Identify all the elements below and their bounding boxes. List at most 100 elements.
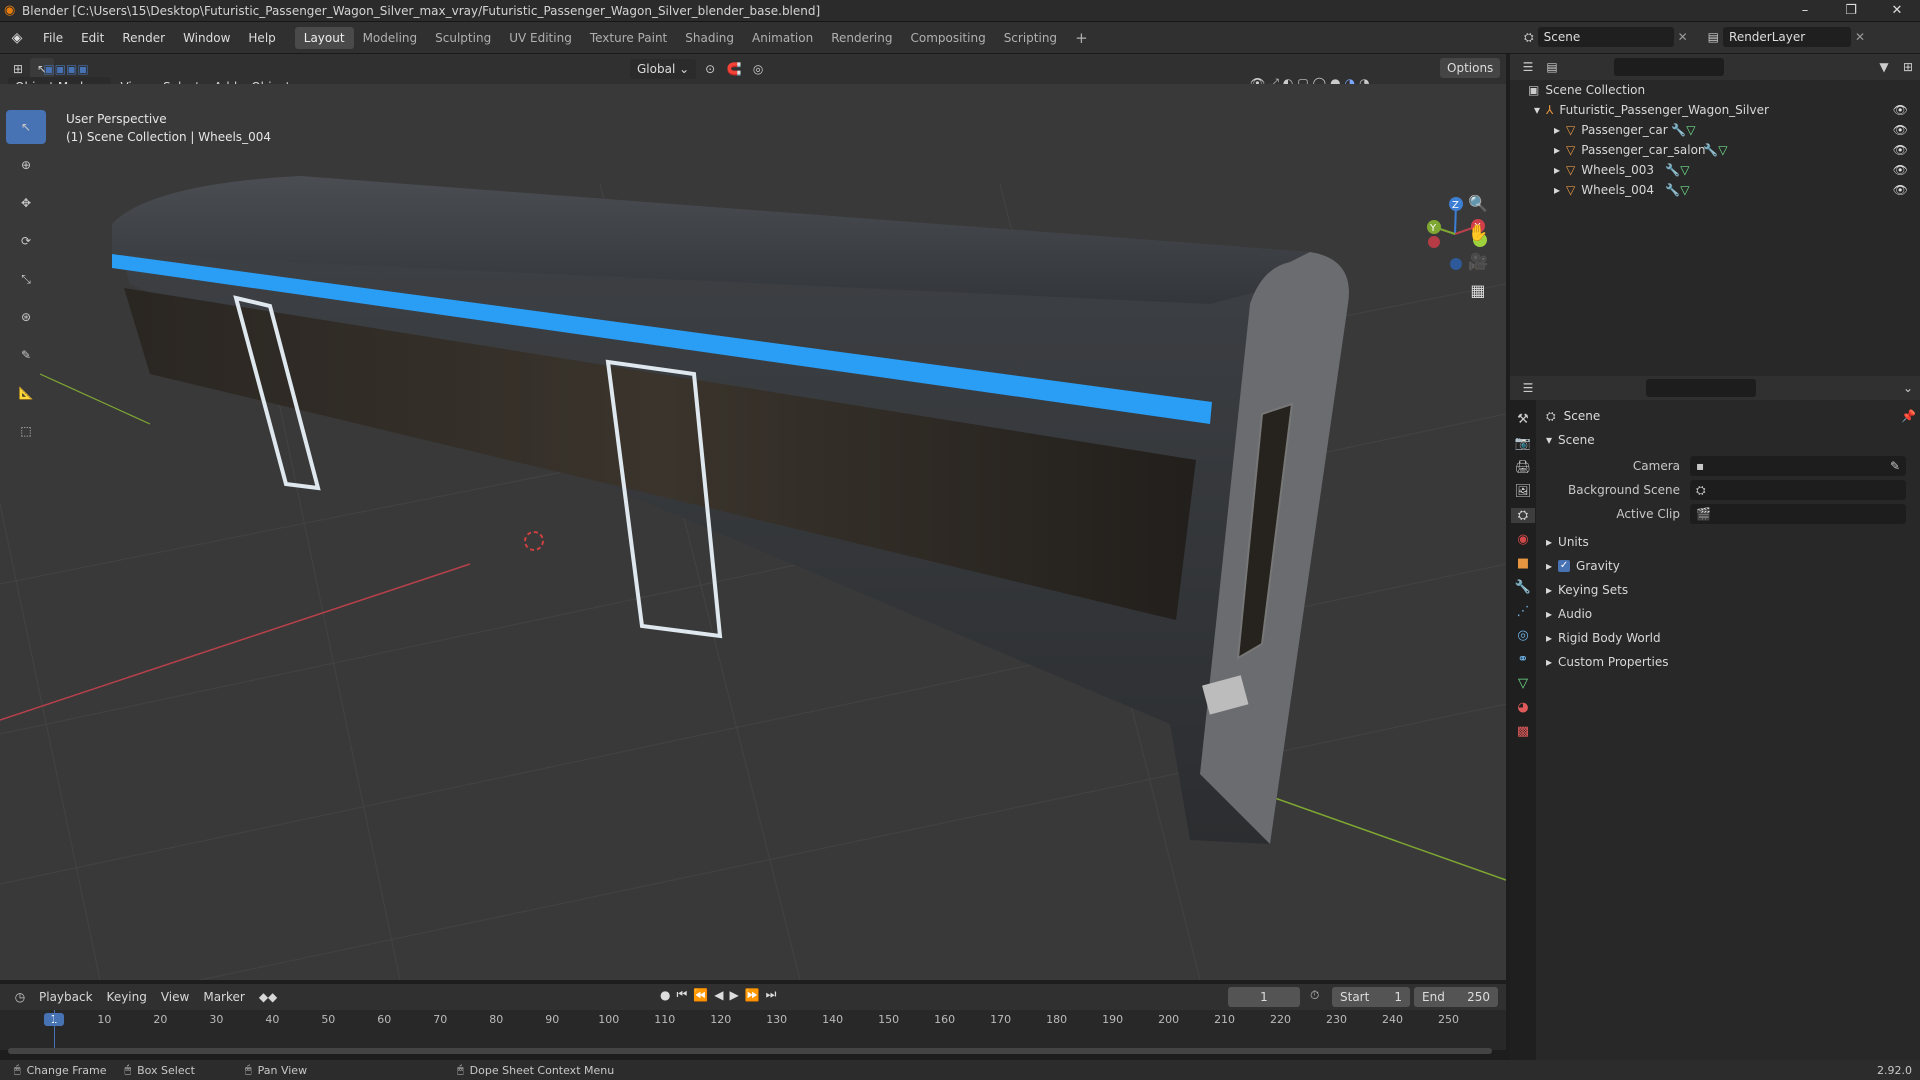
remove-layer-icon[interactable]: ✕ [1855,30,1865,44]
expand-icon[interactable]: ▸ [1554,163,1560,177]
object-properties-icon[interactable]: ■ [1517,556,1529,571]
tab-rendering[interactable]: Rendering [822,27,901,49]
expand-icon[interactable]: ▸ [1554,123,1560,137]
timeline-editor-icon[interactable]: ◷ [8,986,32,1008]
modifier-properties-icon[interactable]: 🔧 [1515,580,1531,595]
timeline-scrollbar[interactable] [8,1048,1492,1054]
texture-icon[interactable]: ▩ [1517,724,1529,739]
outliner-object-row[interactable]: ▸ ▽ Passenger_car 🔧 ▽ 👁 [1510,120,1920,140]
next-keyframe-icon[interactable]: ⏩ [745,988,760,1002]
prev-keyframe-icon[interactable]: ⏪ [693,988,708,1002]
play-reverse-icon[interactable]: ◀ [714,988,723,1002]
scene-selector[interactable]: Scene [1537,27,1674,47]
expand-icon[interactable]: ▸ [1554,143,1560,157]
tab-sculpting[interactable]: Sculpting [426,27,500,49]
current-frame-field[interactable]: 1 [1228,987,1300,1007]
material-icon[interactable]: ◕ [1517,700,1528,715]
menu-file[interactable]: File [34,22,72,54]
jump-start-icon[interactable]: ⏮ [676,987,687,1002]
render-layer-selector[interactable]: RenderLayer [1723,27,1852,47]
measure-tool-icon[interactable]: 📐 [6,376,46,410]
display-mode-icon[interactable]: ▤ [1540,56,1564,78]
tab-animation[interactable]: Animation [743,27,822,49]
tab-shading[interactable]: Shading [676,27,743,49]
timeline-menu-playback[interactable]: Playback [32,990,100,1004]
record-icon[interactable]: ● [660,988,670,1002]
world-properties-icon[interactable]: ◉ [1517,532,1528,547]
play-icon[interactable]: ▶ [729,988,738,1002]
filter-icon[interactable]: ▼ [1872,56,1896,78]
visibility-eye-icon[interactable]: 👁 [1893,163,1908,177]
properties-search-input[interactable] [1646,379,1756,397]
timeline-menu-view[interactable]: View [154,990,196,1004]
properties-menu-icon[interactable]: ⌄ [1896,377,1920,399]
jump-end-icon[interactable]: ⏭ [766,987,777,1002]
output-properties-icon[interactable]: 🖨 [1515,460,1532,475]
select-box-tool-icon[interactable]: ↖ [6,110,46,144]
camera-view-icon[interactable]: 🎥 [1468,252,1488,271]
render-properties-icon[interactable]: 📷 [1515,436,1531,451]
outliner-scene-collection[interactable]: ▣ Scene Collection [1510,80,1920,100]
scale-tool-icon[interactable]: ⤡ [6,262,46,296]
expand-icon[interactable]: ▾ [1534,103,1540,117]
zoom-icon[interactable]: 🔍 [1468,194,1488,213]
ortho-grid-icon[interactable]: ▦ [1470,281,1485,300]
active-clip-field[interactable]: 🎬 [1690,504,1906,524]
3d-cursor-icon[interactable] [524,531,544,551]
preview-range-icon[interactable]: ⏱ [1310,988,1319,1003]
move-tool-icon[interactable]: ✥ [6,186,46,220]
timeline-menu-keying[interactable]: Keying [100,990,154,1004]
cursor-tool-icon[interactable]: ⊕ [6,148,46,182]
blender-menu-icon[interactable]: ◈ [0,30,34,46]
outliner-object-row[interactable]: ▸ ▽ Wheels_003 🔧 ▽ 👁 [1510,160,1920,180]
pan-hand-icon[interactable]: ✋ [1468,223,1488,242]
background-scene-field[interactable]: ⛭ [1690,480,1906,500]
close-button[interactable]: ✕ [1874,0,1920,22]
minimize-button[interactable]: – [1782,0,1828,22]
tab-scripting[interactable]: Scripting [995,27,1066,49]
visibility-eye-icon[interactable]: 👁 [1893,103,1908,117]
maximize-button[interactable]: ❐ [1828,0,1874,22]
audio-panel-header[interactable]: ▸ Audio [1546,602,1916,626]
camera-field[interactable]: ▪ ✎ [1690,456,1906,476]
tab-layout[interactable]: Layout [294,26,354,49]
new-collection-icon[interactable]: ⊞ [1896,56,1920,78]
annotate-tool-icon[interactable]: ✎ [6,338,46,372]
outliner-editor-icon[interactable]: ☰ [1516,56,1540,78]
units-panel-header[interactable]: ▸ Units [1546,530,1916,554]
tab-texture-paint[interactable]: Texture Paint [581,27,676,49]
particles-icon[interactable]: ⋰ [1517,604,1530,619]
menu-edit[interactable]: Edit [72,22,113,54]
constraints-icon[interactable]: ⚭ [1518,652,1529,667]
start-frame-field[interactable]: Start 1 [1332,987,1410,1007]
visibility-eye-icon[interactable]: 👁 [1893,123,1908,137]
scene-properties-icon[interactable]: ⛭ [1511,508,1535,523]
outliner-search-input[interactable] [1614,58,1724,76]
menu-window[interactable]: Window [174,22,239,54]
outliner-collection-row[interactable]: ▾ ⅄ Futuristic_Passenger_Wagon_Silver 👁 [1510,100,1920,120]
playhead-line[interactable] [54,1010,55,1050]
object-data-icon[interactable]: ▽ [1518,676,1528,691]
tab-uv-editing[interactable]: UV Editing [500,27,581,49]
timeline-ruler[interactable]: 1102030405060708090100110120130140150160… [0,1010,1506,1054]
visibility-eye-icon[interactable]: 👁 [1893,143,1908,157]
menu-render[interactable]: Render [113,22,174,54]
add-cube-tool-icon[interactable]: ⬚ [6,414,46,448]
keyframe-icon[interactable]: ◆◆ [252,990,284,1004]
gravity-panel-header[interactable]: ▸ ✓ Gravity [1546,554,1916,578]
outliner-object-row[interactable]: ▸ ▽ Wheels_004 🔧 ▽ 👁 [1510,180,1920,200]
add-workspace-icon[interactable]: + [1066,27,1097,49]
rigid-body-panel-header[interactable]: ▸ Rigid Body World [1546,626,1916,650]
keying-sets-panel-header[interactable]: ▸ Keying Sets [1546,578,1916,602]
timeline-menu-marker[interactable]: Marker [196,990,251,1004]
eyedropper-icon[interactable]: ✎ [1890,459,1900,473]
outliner-object-row[interactable]: ▸ ▽ Passenger_car_salon 🔧 ▽ 👁 [1510,140,1920,160]
expand-icon[interactable]: ▸ [1554,183,1560,197]
tool-settings-icon[interactable]: ⚒ [1517,412,1529,427]
tab-compositing[interactable]: Compositing [901,27,994,49]
rotate-tool-icon[interactable]: ⟳ [6,224,46,258]
visibility-eye-icon[interactable]: 👁 [1893,183,1908,197]
transform-tool-icon[interactable]: ⊛ [6,300,46,334]
end-frame-field[interactable]: End 250 [1414,987,1498,1007]
3d-viewport[interactable]: Z X Y User Perspective (1) Scene Collect… [0,84,1506,980]
